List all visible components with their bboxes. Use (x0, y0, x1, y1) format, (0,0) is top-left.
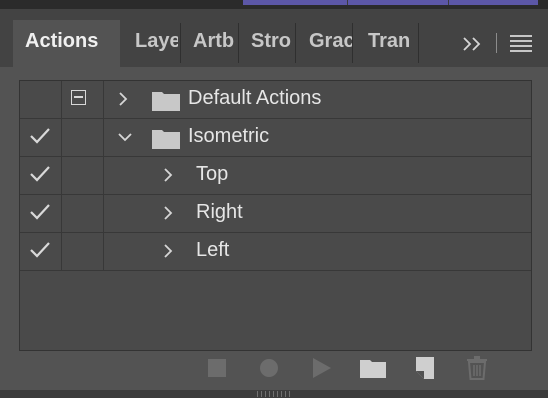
double-chevron-right-icon[interactable] (461, 34, 485, 54)
list-item[interactable]: Default Actions (20, 81, 531, 119)
column-divider (103, 157, 104, 194)
column-divider (61, 81, 62, 118)
dialog-toggle-icon[interactable] (71, 90, 86, 105)
strip-divider (347, 0, 348, 5)
tab-bar: Actions Laye Artb Stro Grac Tran (0, 9, 548, 67)
tab-transparency[interactable]: Tran (368, 20, 416, 67)
list-item-label: Right (196, 201, 243, 223)
color-strip (243, 0, 538, 5)
list-item[interactable]: Right (20, 195, 531, 233)
checkmark-icon[interactable] (29, 165, 51, 183)
column-divider (103, 195, 104, 232)
chevron-right-icon[interactable] (117, 92, 129, 106)
bottom-toolbar (0, 347, 548, 389)
new-set-folder-icon[interactable] (358, 355, 388, 381)
chevron-right-icon[interactable] (162, 206, 174, 220)
tab-separator (238, 23, 239, 63)
tab-actions[interactable]: Actions (13, 20, 120, 67)
tab-separator (352, 23, 353, 63)
folder-icon (152, 130, 180, 149)
chevron-down-icon[interactable] (118, 131, 132, 143)
tab-separator (418, 23, 419, 63)
list-item[interactable]: Left (20, 233, 531, 271)
new-action-icon[interactable] (412, 355, 438, 381)
trash-icon[interactable] (464, 355, 490, 381)
list-item[interactable]: Isometric (20, 119, 531, 157)
list-item-label: Top (196, 163, 229, 185)
resize-handle[interactable] (255, 389, 293, 398)
strip-divider (448, 0, 449, 5)
actions-list: Default Actions Isometric Top Right Left (19, 80, 532, 351)
list-item-label: Default Actions (188, 87, 322, 109)
tab-separator (180, 23, 181, 63)
panel-menu-icon[interactable] (510, 33, 532, 53)
list-item-label: Left (196, 239, 230, 261)
list-item[interactable]: Top (20, 157, 531, 195)
tab-gradient[interactable]: Grac (309, 20, 352, 67)
stop-icon[interactable] (204, 355, 230, 381)
column-divider (103, 119, 104, 156)
play-icon[interactable] (308, 355, 334, 381)
column-divider (61, 195, 62, 232)
toolbar-divider (496, 33, 497, 53)
list-item-label: Isometric (188, 125, 270, 147)
column-divider (103, 233, 104, 270)
checkmark-icon[interactable] (29, 241, 51, 259)
record-icon[interactable] (256, 355, 282, 381)
column-divider (61, 233, 62, 270)
tab-layers[interactable]: Laye (135, 20, 178, 67)
column-divider (61, 119, 62, 156)
checkmark-icon[interactable] (29, 203, 51, 221)
tab-artboards[interactable]: Artb (193, 20, 236, 67)
chevron-right-icon[interactable] (162, 244, 174, 258)
tab-stroke[interactable]: Stro (251, 20, 294, 67)
tab-separator (295, 23, 296, 63)
checkmark-icon[interactable] (29, 127, 51, 145)
top-strip (0, 0, 548, 9)
folder-icon (152, 92, 180, 111)
column-divider (61, 157, 62, 194)
chevron-right-icon[interactable] (162, 168, 174, 182)
column-divider (103, 81, 104, 118)
actions-panel: Actions Laye Artb Stro Grac Tran Default… (0, 9, 548, 390)
